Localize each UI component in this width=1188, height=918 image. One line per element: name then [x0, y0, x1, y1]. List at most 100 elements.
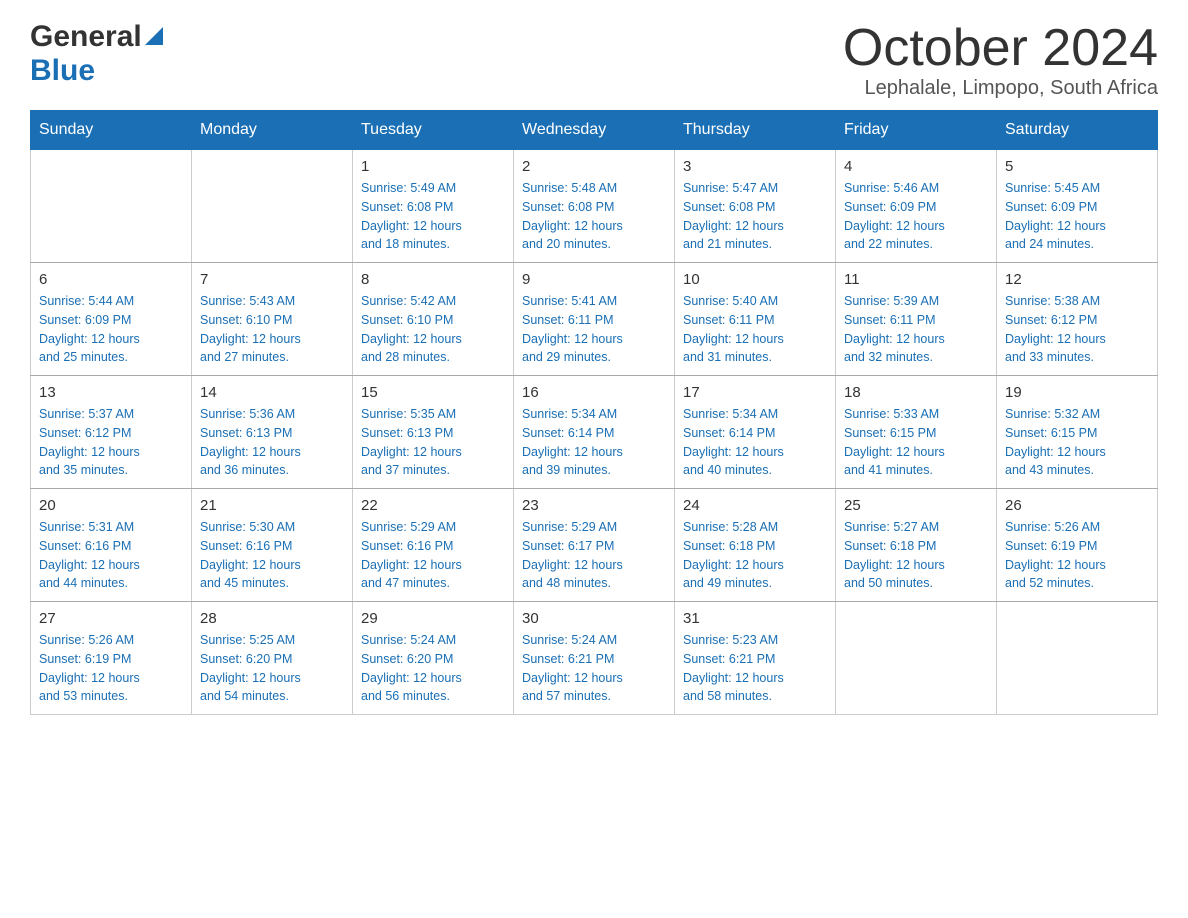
calendar-cell — [192, 150, 353, 263]
calendar-header-friday: Friday — [836, 111, 997, 150]
day-info: Sunrise: 5:31 AM Sunset: 6:16 PM Dayligh… — [39, 518, 183, 593]
day-info: Sunrise: 5:27 AM Sunset: 6:18 PM Dayligh… — [844, 518, 988, 593]
day-info: Sunrise: 5:45 AM Sunset: 6:09 PM Dayligh… — [1005, 179, 1149, 254]
calendar-cell: 24 Sunrise: 5:28 AM Sunset: 6:18 PM Dayli… — [675, 489, 836, 602]
calendar-cell: 25 Sunrise: 5:27 AM Sunset: 6:18 PM Dayli… — [836, 489, 997, 602]
day-info: Sunrise: 5:39 AM Sunset: 6:11 PM Dayligh… — [844, 292, 988, 367]
calendar-cell: 16Sunrise: 5:34 AM Sunset: 6:14 PM Dayli… — [514, 376, 675, 489]
logo-blue-text: Blue — [30, 54, 95, 88]
day-number: 9 — [522, 271, 666, 288]
calendar-cell: 11 Sunrise: 5:39 AM Sunset: 6:11 PM Dayli… — [836, 263, 997, 376]
calendar-cell: 21 Sunrise: 5:30 AM Sunset: 6:16 PM Dayli… — [192, 489, 353, 602]
day-info: Sunrise: 5:26 AM Sunset: 6:19 PM Dayligh… — [1005, 518, 1149, 593]
calendar-cell: 15 Sunrise: 5:35 AM Sunset: 6:13 PM Dayli… — [353, 376, 514, 489]
day-number: 13 — [39, 384, 183, 401]
day-info: Sunrise: 5:34 AM Sunset: 6:14 PM Dayligh… — [522, 405, 666, 480]
calendar-week-row: 1 Sunrise: 5:49 AM Sunset: 6:08 PM Daylig… — [31, 150, 1158, 263]
day-info: Sunrise: 5:38 AM Sunset: 6:12 PM Dayligh… — [1005, 292, 1149, 367]
day-info: Sunrise: 5:28 AM Sunset: 6:18 PM Dayligh… — [683, 518, 827, 593]
calendar-header-row: SundayMondayTuesdayWednesdayThursdayFrid… — [31, 111, 1158, 150]
logo-triangle-icon — [145, 27, 163, 45]
calendar-header-saturday: Saturday — [997, 111, 1158, 150]
calendar-header-sunday: Sunday — [31, 111, 192, 150]
calendar-cell: 8Sunrise: 5:42 AM Sunset: 6:10 PM Daylig… — [353, 263, 514, 376]
day-number: 25 — [844, 497, 988, 514]
day-number: 10 — [683, 271, 827, 288]
title-section: October 2024 Lephalale, Limpopo, South A… — [843, 20, 1158, 100]
logo-general-text: General — [30, 20, 142, 54]
day-info: Sunrise: 5:24 AM Sunset: 6:20 PM Dayligh… — [361, 631, 505, 706]
calendar-cell — [836, 602, 997, 715]
logo: General Blue — [30, 20, 163, 88]
calendar-cell: 4Sunrise: 5:46 AM Sunset: 6:09 PM Daylig… — [836, 150, 997, 263]
day-number: 3 — [683, 158, 827, 175]
day-number: 22 — [361, 497, 505, 514]
day-number: 2 — [522, 158, 666, 175]
day-info: Sunrise: 5:44 AM Sunset: 6:09 PM Dayligh… — [39, 292, 183, 367]
day-info: Sunrise: 5:30 AM Sunset: 6:16 PM Dayligh… — [200, 518, 344, 593]
day-number: 28 — [200, 610, 344, 627]
day-number: 6 — [39, 271, 183, 288]
calendar-cell: 19Sunrise: 5:32 AM Sunset: 6:15 PM Dayli… — [997, 376, 1158, 489]
calendar-cell: 27 Sunrise: 5:26 AM Sunset: 6:19 PM Dayli… — [31, 602, 192, 715]
calendar-cell — [997, 602, 1158, 715]
day-number: 21 — [200, 497, 344, 514]
calendar-cell: 31 Sunrise: 5:23 AM Sunset: 6:21 PM Dayli… — [675, 602, 836, 715]
day-info: Sunrise: 5:48 AM Sunset: 6:08 PM Dayligh… — [522, 179, 666, 254]
calendar-cell: 28Sunrise: 5:25 AM Sunset: 6:20 PM Dayli… — [192, 602, 353, 715]
day-info: Sunrise: 5:33 AM Sunset: 6:15 PM Dayligh… — [844, 405, 988, 480]
calendar-cell: 3 Sunrise: 5:47 AM Sunset: 6:08 PM Daylig… — [675, 150, 836, 263]
calendar-cell: 7 Sunrise: 5:43 AM Sunset: 6:10 PM Daylig… — [192, 263, 353, 376]
day-number: 18 — [844, 384, 988, 401]
day-info: Sunrise: 5:24 AM Sunset: 6:21 PM Dayligh… — [522, 631, 666, 706]
day-number: 23 — [522, 497, 666, 514]
day-info: Sunrise: 5:29 AM Sunset: 6:17 PM Dayligh… — [522, 518, 666, 593]
calendar-cell: 1 Sunrise: 5:49 AM Sunset: 6:08 PM Daylig… — [353, 150, 514, 263]
day-number: 26 — [1005, 497, 1149, 514]
day-info: Sunrise: 5:40 AM Sunset: 6:11 PM Dayligh… — [683, 292, 827, 367]
day-number: 4 — [844, 158, 988, 175]
calendar-header-thursday: Thursday — [675, 111, 836, 150]
calendar-cell: 9 Sunrise: 5:41 AM Sunset: 6:11 PM Daylig… — [514, 263, 675, 376]
day-info: Sunrise: 5:37 AM Sunset: 6:12 PM Dayligh… — [39, 405, 183, 480]
day-info: Sunrise: 5:47 AM Sunset: 6:08 PM Dayligh… — [683, 179, 827, 254]
day-number: 31 — [683, 610, 827, 627]
day-info: Sunrise: 5:42 AM Sunset: 6:10 PM Dayligh… — [361, 292, 505, 367]
day-number: 30 — [522, 610, 666, 627]
day-number: 20 — [39, 497, 183, 514]
calendar-cell: 14Sunrise: 5:36 AM Sunset: 6:13 PM Dayli… — [192, 376, 353, 489]
calendar-table: SundayMondayTuesdayWednesdayThursdayFrid… — [30, 110, 1158, 715]
day-number: 27 — [39, 610, 183, 627]
day-number: 12 — [1005, 271, 1149, 288]
calendar-week-row: 6 Sunrise: 5:44 AM Sunset: 6:09 PM Daylig… — [31, 263, 1158, 376]
calendar-cell: 22 Sunrise: 5:29 AM Sunset: 6:16 PM Dayli… — [353, 489, 514, 602]
day-number: 29 — [361, 610, 505, 627]
calendar-header-monday: Monday — [192, 111, 353, 150]
page-header: General Blue October 2024 Lephalale, Lim… — [30, 20, 1158, 100]
day-info: Sunrise: 5:29 AM Sunset: 6:16 PM Dayligh… — [361, 518, 505, 593]
calendar-cell: 20 Sunrise: 5:31 AM Sunset: 6:16 PM Dayli… — [31, 489, 192, 602]
day-info: Sunrise: 5:34 AM Sunset: 6:14 PM Dayligh… — [683, 405, 827, 480]
calendar-week-row: 13 Sunrise: 5:37 AM Sunset: 6:12 PM Dayli… — [31, 376, 1158, 489]
day-info: Sunrise: 5:35 AM Sunset: 6:13 PM Dayligh… — [361, 405, 505, 480]
day-info: Sunrise: 5:41 AM Sunset: 6:11 PM Dayligh… — [522, 292, 666, 367]
month-title: October 2024 — [843, 20, 1158, 77]
calendar-week-row: 20 Sunrise: 5:31 AM Sunset: 6:16 PM Dayli… — [31, 489, 1158, 602]
calendar-header-tuesday: Tuesday — [353, 111, 514, 150]
day-info: Sunrise: 5:26 AM Sunset: 6:19 PM Dayligh… — [39, 631, 183, 706]
day-info: Sunrise: 5:36 AM Sunset: 6:13 PM Dayligh… — [200, 405, 344, 480]
day-number: 7 — [200, 271, 344, 288]
calendar-cell: 26 Sunrise: 5:26 AM Sunset: 6:19 PM Dayli… — [997, 489, 1158, 602]
day-number: 5 — [1005, 158, 1149, 175]
day-number: 17 — [683, 384, 827, 401]
location: Lephalale, Limpopo, South Africa — [843, 77, 1158, 100]
day-number: 24 — [683, 497, 827, 514]
day-info: Sunrise: 5:23 AM Sunset: 6:21 PM Dayligh… — [683, 631, 827, 706]
day-number: 11 — [844, 271, 988, 288]
day-info: Sunrise: 5:49 AM Sunset: 6:08 PM Dayligh… — [361, 179, 505, 254]
calendar-cell: 5 Sunrise: 5:45 AM Sunset: 6:09 PM Daylig… — [997, 150, 1158, 263]
day-info: Sunrise: 5:43 AM Sunset: 6:10 PM Dayligh… — [200, 292, 344, 367]
calendar-cell: 12 Sunrise: 5:38 AM Sunset: 6:12 PM Dayli… — [997, 263, 1158, 376]
day-number: 1 — [361, 158, 505, 175]
day-number: 15 — [361, 384, 505, 401]
